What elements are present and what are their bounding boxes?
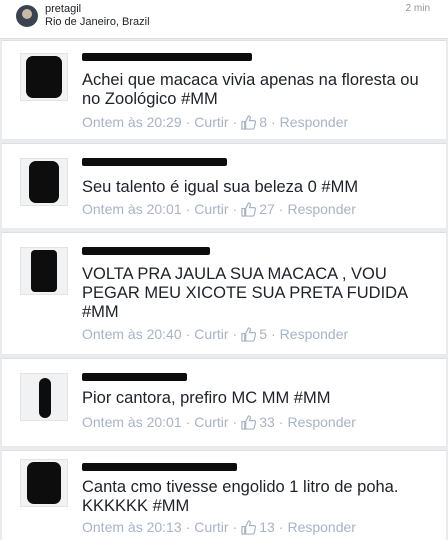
comment-timestamp[interactable]: Ontem às 20:13 <box>82 519 182 535</box>
like-link[interactable]: Curtir <box>194 414 228 430</box>
commenter-name[interactable] <box>82 245 210 255</box>
commenter-avatar[interactable] <box>20 459 68 507</box>
comment-meta: Ontem às 20:29 · Curtir · 8 · Responder <box>82 114 348 133</box>
comment-meta: Ontem às 20:13 · Curtir · 13 · Responder <box>82 519 356 538</box>
commenter-name[interactable] <box>82 371 187 381</box>
like-link[interactable]: Curtir <box>194 201 228 217</box>
comment-timestamp[interactable]: Ontem às 20:29 <box>82 114 182 130</box>
comment-text: Achei que macaca vivia apenas na florest… <box>82 71 419 108</box>
like-count: 8 <box>259 114 267 130</box>
reply-link[interactable]: Responder <box>287 414 356 430</box>
thumbs-up-icon <box>241 415 257 433</box>
commenter-avatar[interactable] <box>20 158 68 206</box>
comment-text: Canta cmo tivesse engolido 1 litro de po… <box>82 478 399 515</box>
thumbs-up-icon <box>241 115 257 133</box>
commenter-name[interactable] <box>82 461 237 471</box>
comment-timestamp[interactable]: Ontem às 20:01 <box>82 414 182 430</box>
comment-item: Achei que macaca vivia apenas na florest… <box>2 40 446 139</box>
commenter-name[interactable] <box>82 51 252 61</box>
like-count: 33 <box>259 414 275 430</box>
reply-link[interactable]: Responder <box>287 201 356 217</box>
comment-meta: Ontem às 20:40 · Curtir · 5 · Responder <box>82 326 348 345</box>
comment-text: Seu talento é igual sua beleza 0 #MM <box>82 178 359 196</box>
comment-timestamp[interactable]: Ontem às 20:40 <box>82 326 182 342</box>
commenter-avatar[interactable] <box>20 53 68 101</box>
like-link[interactable]: Curtir <box>194 519 228 535</box>
post-location[interactable]: Rio de Janeiro, Brazil <box>45 16 150 28</box>
post-header: pretagil Rio de Janeiro, Brazil 2 min <box>0 0 448 39</box>
user-avatar[interactable] <box>16 5 38 27</box>
comment-meta: Ontem às 20:01 · Curtir · 27 · Responder <box>82 201 356 220</box>
comment-item: VOLTA PRA JAULA SUA MACACA , VOU PEGAR M… <box>2 232 446 354</box>
comment-timestamp[interactable]: Ontem às 20:01 <box>82 201 182 217</box>
comment-meta: Ontem às 20:01 · Curtir · 33 · Responder <box>82 414 356 433</box>
reply-link[interactable]: Responder <box>280 326 349 342</box>
like-count: 5 <box>259 326 267 342</box>
comment-item: Canta cmo tivesse engolido 1 litro de po… <box>2 450 446 540</box>
like-link[interactable]: Curtir <box>194 114 228 130</box>
like-count: 13 <box>259 519 275 535</box>
like-link[interactable]: Curtir <box>194 326 228 342</box>
comment-item: Seu talento é igual sua beleza 0 #MM Ont… <box>2 143 446 228</box>
post-time: 2 min <box>405 3 430 14</box>
comment-text: Pior cantora, prefiro MC MM #MM <box>82 389 331 407</box>
commenter-avatar[interactable] <box>20 373 68 421</box>
comment-text: VOLTA PRA JAULA SUA MACACA , VOU PEGAR M… <box>82 265 408 321</box>
like-count: 27 <box>259 201 275 217</box>
reply-link[interactable]: Responder <box>280 114 349 130</box>
thumbs-up-icon <box>241 327 257 345</box>
commenter-name[interactable] <box>82 156 227 166</box>
thumbs-up-icon <box>241 202 257 220</box>
commenter-avatar[interactable] <box>20 247 68 295</box>
reply-link[interactable]: Responder <box>287 519 356 535</box>
post-username[interactable]: pretagil <box>45 3 81 15</box>
comment-item: Pior cantora, prefiro MC MM #MM Ontem às… <box>2 358 446 446</box>
thumbs-up-icon <box>241 520 257 538</box>
